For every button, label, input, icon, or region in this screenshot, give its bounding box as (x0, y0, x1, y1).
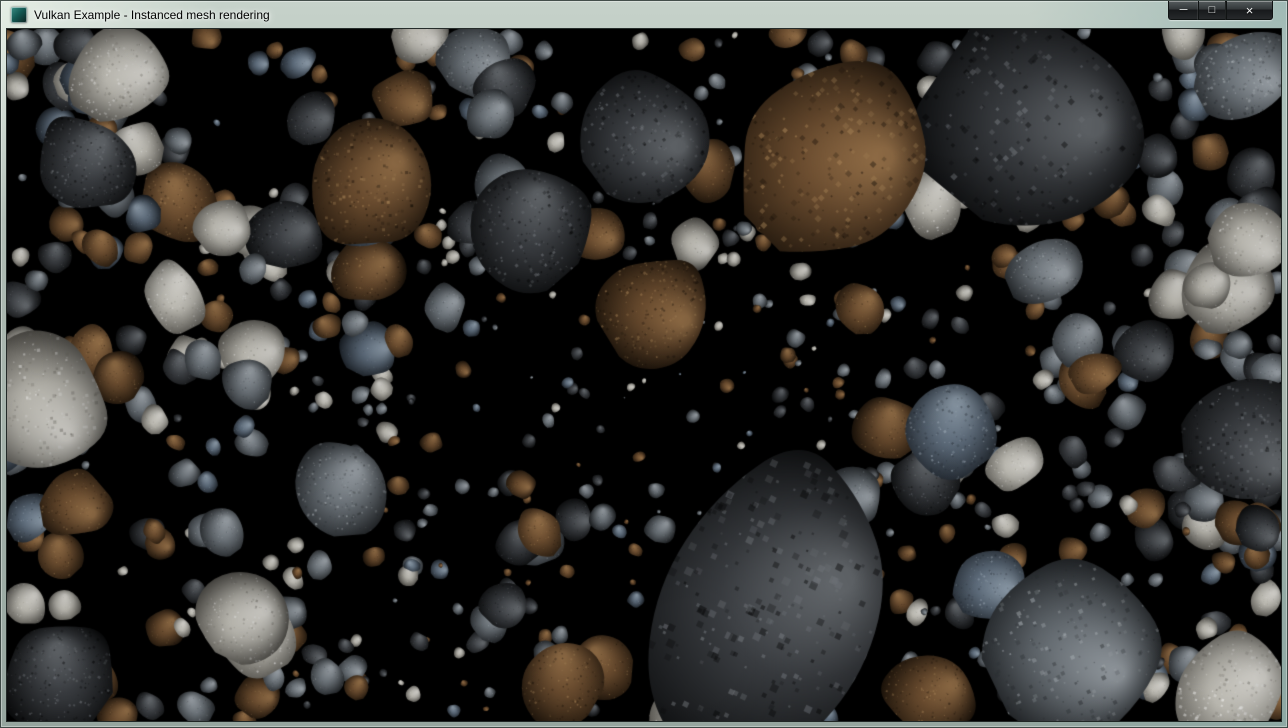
client-area (7, 29, 1281, 721)
close-button[interactable]: × (1226, 1, 1273, 20)
minimize-icon: ─ (1180, 5, 1188, 16)
title-bar[interactable]: Vulkan Example - Instanced mesh renderin… (0, 0, 1288, 29)
close-icon: × (1246, 4, 1254, 17)
window-title: Vulkan Example - Instanced mesh renderin… (34, 8, 270, 22)
maximize-icon: □ (1209, 5, 1216, 16)
caption-button-group: ─ □ × (1168, 1, 1273, 20)
app-icon[interactable] (11, 7, 27, 23)
minimize-button[interactable]: ─ (1168, 1, 1198, 20)
maximize-button[interactable]: □ (1198, 1, 1226, 20)
app-window: Vulkan Example - Instanced mesh renderin… (0, 0, 1288, 728)
render-viewport[interactable] (7, 29, 1281, 721)
